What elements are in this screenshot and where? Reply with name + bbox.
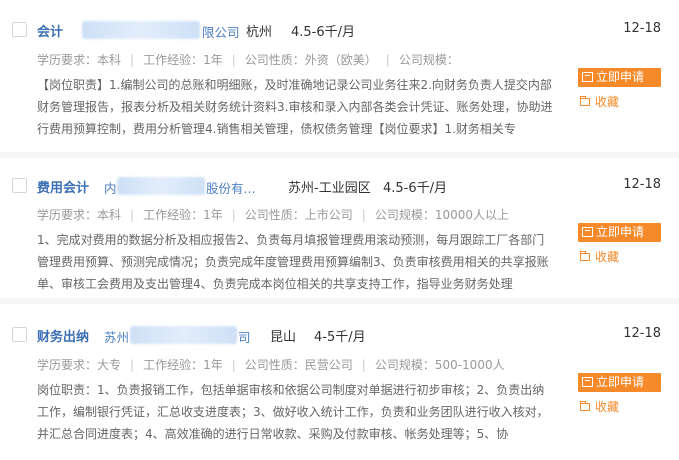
job-date: 12-18 bbox=[623, 177, 661, 192]
job-listing: 财务出纳 苏州 司 昆山 4-5千/月 12-18 学历要求：大专 | 工作经验：1… bbox=[0, 304, 679, 460]
apply-now-label: 立即申请 bbox=[596, 225, 645, 239]
experience-requirement: 工作经验：1年 bbox=[143, 358, 223, 372]
apply-icon bbox=[582, 377, 593, 387]
job-location: 苏州-工业园区 bbox=[288, 181, 371, 196]
company-name-redacted bbox=[130, 326, 237, 344]
folder-icon bbox=[580, 401, 590, 411]
favorite-button[interactable]: 收藏 bbox=[580, 93, 619, 110]
apply-now-button[interactable]: 立即申请 bbox=[578, 223, 661, 242]
experience-requirement: 工作经验：1年 bbox=[143, 53, 223, 67]
experience-requirement: 工作经验：1年 bbox=[143, 208, 223, 222]
company-name-redacted bbox=[82, 21, 200, 39]
company-nature: 公司性质：民营公司 bbox=[244, 358, 353, 372]
company-name-link[interactable]: 限公司 bbox=[202, 22, 240, 41]
company-scale: 公司规模：500-1000人 bbox=[374, 358, 505, 372]
company-prefix[interactable]: 苏州 bbox=[104, 327, 129, 346]
job-salary: 4-5千/月 bbox=[314, 330, 366, 345]
favorite-button[interactable]: 收藏 bbox=[580, 398, 619, 415]
education-requirement: 学历要求：本科 bbox=[37, 208, 122, 222]
job-title-link[interactable]: 会计 bbox=[37, 21, 63, 40]
company-name-redacted bbox=[117, 177, 205, 195]
company-nature: 公司性质：上市公司 bbox=[244, 208, 353, 222]
job-date: 12-18 bbox=[623, 21, 661, 36]
favorite-label: 收藏 bbox=[595, 95, 620, 109]
job-description: 【岗位职责】1.编制公司的总账和明细账，及时准确地记录公司业务往来2.向财务负责… bbox=[37, 78, 553, 136]
apply-now-button[interactable]: 立即申请 bbox=[578, 68, 661, 87]
job-listing: 会计 限公司 杭州 4.5-6千/月 12-18 学历要求：本科 | 工作经验：1年… bbox=[0, 0, 679, 152]
apply-icon bbox=[582, 227, 593, 237]
favorite-label: 收藏 bbox=[595, 400, 620, 414]
apply-now-label: 立即申请 bbox=[596, 70, 645, 84]
folder-icon bbox=[580, 96, 590, 106]
job-location: 杭州 bbox=[246, 25, 273, 40]
company-name-link[interactable]: 股份有... bbox=[206, 178, 255, 197]
job-title-link[interactable]: 费用会计 bbox=[37, 177, 89, 196]
job-requirements: 学历要求：本科 | 工作经验：1年 | 公司性质：外资（欧美） | 公司规模： bbox=[37, 53, 459, 67]
job-listing: 费用会计 内 股份有... 苏州-工业园区 4.5-6千/月 12-18 学历要… bbox=[0, 158, 679, 298]
apply-now-button[interactable]: 立即申请 bbox=[578, 373, 661, 392]
select-checkbox[interactable] bbox=[12, 178, 27, 193]
education-requirement: 学历要求：大专 bbox=[37, 358, 122, 372]
company-scale: 公司规模：10000人以上 bbox=[374, 208, 509, 222]
apply-icon bbox=[582, 72, 593, 82]
job-description: 1、完成对费用的数据分析及相应报告2、负责每月填报管理费用滚动预测，每月跟踪工厂… bbox=[37, 233, 549, 291]
favorite-button[interactable]: 收藏 bbox=[580, 248, 619, 265]
select-checkbox[interactable] bbox=[12, 22, 27, 37]
job-requirements: 学历要求：本科 | 工作经验：1年 | 公司性质：上市公司 | 公司规模：10000人以上 bbox=[37, 208, 509, 222]
select-checkbox[interactable] bbox=[12, 327, 27, 342]
job-description: 岗位职责：1、负责报销工作，包括单据审核和依据公司制度对单据进行初步审核；2、负… bbox=[37, 383, 549, 441]
job-salary: 4.5-6千/月 bbox=[383, 181, 448, 196]
job-location: 昆山 bbox=[270, 330, 297, 345]
education-requirement: 学历要求：本科 bbox=[37, 53, 122, 67]
favorite-label: 收藏 bbox=[595, 250, 620, 264]
company-prefix[interactable]: 内 bbox=[104, 178, 117, 197]
job-salary: 4.5-6千/月 bbox=[291, 25, 356, 40]
folder-icon bbox=[580, 251, 590, 261]
job-title-link[interactable]: 财务出纳 bbox=[37, 326, 89, 345]
company-nature: 公司性质：外资（欧美） bbox=[244, 53, 377, 67]
company-name-link[interactable]: 司 bbox=[238, 327, 251, 346]
job-date: 12-18 bbox=[623, 326, 661, 341]
job-requirements: 学历要求：大专 | 工作经验：1年 | 公司性质：民营公司 | 公司规模：500-1000人 bbox=[37, 358, 505, 372]
company-scale: 公司规模： bbox=[398, 53, 459, 67]
apply-now-label: 立即申请 bbox=[596, 375, 645, 389]
